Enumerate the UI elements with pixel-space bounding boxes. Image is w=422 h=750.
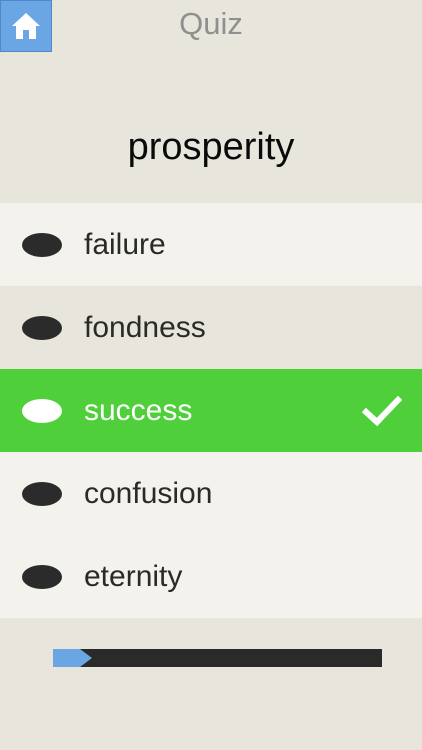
quiz-progress-bar <box>53 649 382 667</box>
answer-option-label: success <box>84 393 193 427</box>
checkmark-icon <box>362 395 402 426</box>
answer-option-failure[interactable]: failure <box>0 203 422 286</box>
answer-option-success[interactable]: success <box>0 369 422 452</box>
option-bullet-icon <box>22 232 62 257</box>
answer-option-label: eternity <box>84 559 183 593</box>
question-word: prosperity <box>127 126 295 168</box>
option-bullet-icon <box>22 481 62 506</box>
answer-option-label: fondness <box>84 310 206 344</box>
answer-options: failure fondness success confusion etern… <box>0 203 422 618</box>
header: Quiz <box>0 0 422 52</box>
page-title: Quiz <box>179 6 243 41</box>
answer-option-eternity[interactable]: eternity <box>0 535 422 618</box>
option-bullet-icon <box>22 315 62 340</box>
answer-option-label: confusion <box>84 476 213 510</box>
answer-option-fondness[interactable]: fondness <box>0 286 422 369</box>
answer-option-confusion[interactable]: confusion <box>0 452 422 535</box>
progress-fill <box>53 649 80 667</box>
answer-option-label: failure <box>84 227 166 261</box>
progress-arrow-icon <box>80 649 92 667</box>
option-bullet-icon <box>22 398 62 423</box>
option-bullet-icon <box>22 564 62 589</box>
